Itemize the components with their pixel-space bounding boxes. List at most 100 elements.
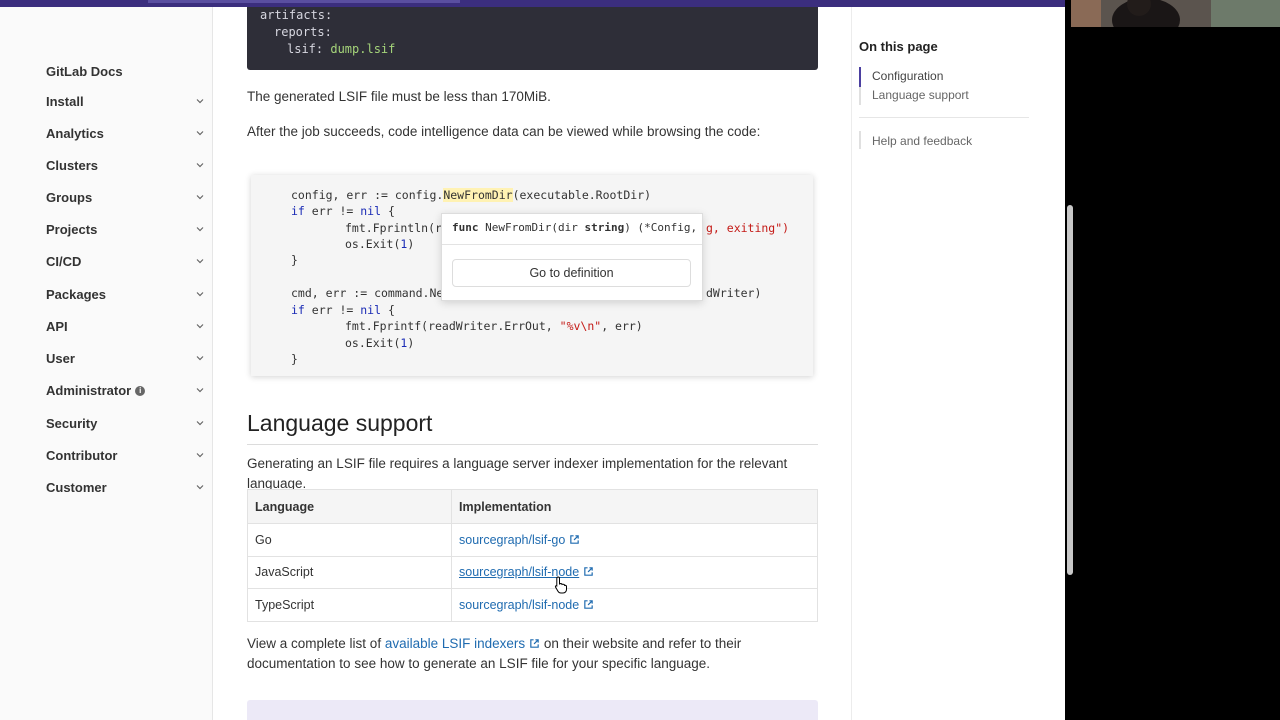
available-lsif-indexers-link[interactable]: available LSIF indexers <box>385 636 525 651</box>
sidebar-item-label: Install <box>46 93 84 109</box>
language-cell: TypeScript <box>247 588 452 622</box>
sidebar-item-label: Groups <box>46 189 93 205</box>
sidebar-item-label: Projects <box>46 221 98 237</box>
indexers-paragraph: View a complete list of available LSIF i… <box>247 636 742 671</box>
sidebar-item-user[interactable]: User <box>46 348 206 368</box>
chevron-down-icon <box>194 352 206 364</box>
toc-indicator <box>859 131 861 149</box>
chevron-down-icon <box>194 449 206 461</box>
sidebar-item-projects[interactable]: Projects <box>46 219 206 239</box>
sidebar-nav: GitLab Docs Install Analytics Clusters G… <box>0 7 213 720</box>
docs-brand-link[interactable]: GitLab Docs <box>46 64 123 79</box>
code-line-tail: dWriter) <box>706 286 762 300</box>
sidebar-item-api[interactable]: API <box>46 316 206 336</box>
chevron-down-icon <box>194 191 206 203</box>
go-to-definition-button[interactable]: Go to definition <box>452 259 691 287</box>
chevron-down-icon <box>194 255 206 267</box>
language-table: Language Implementation Go sourcegraph/l… <box>247 489 818 622</box>
code-line: os.Exit(1) <box>345 237 415 251</box>
hand-cursor-icon <box>554 576 567 594</box>
sidebar-item-administrator[interactable]: Administrator i <box>46 380 206 400</box>
code-line: fmt.Fprintln(r <box>345 221 442 235</box>
sidebar-item-install[interactable]: Install <box>46 91 206 111</box>
divider <box>442 244 702 245</box>
page-scrollbar[interactable] <box>1067 205 1073 575</box>
sidebar-item-label: Administrator <box>46 382 132 398</box>
sidebar-item-label: Clusters <box>46 157 99 173</box>
info-icon: i <box>135 386 146 397</box>
table-row: TypeScript sourcegraph/lsif-node <box>247 588 818 622</box>
chevron-down-icon <box>194 159 206 171</box>
column-header-language: Language <box>247 489 452 524</box>
code-line: if err != nil { <box>291 303 395 317</box>
sidebar-item-packages[interactable]: Packages <box>46 284 206 304</box>
code-line: } <box>291 352 298 366</box>
language-support-heading: Language support <box>247 410 433 436</box>
code-line: fmt.Fprintf(readWriter.ErrOut, "%v\n", e… <box>345 319 643 333</box>
chevron-down-icon <box>194 223 206 235</box>
sidebar-item-label: Analytics <box>46 125 104 141</box>
external-link-icon <box>584 599 593 609</box>
sidebar-item-clusters[interactable]: Clusters <box>46 155 206 175</box>
code-line: lsif: dump.lsif <box>287 42 396 56</box>
chevron-down-icon <box>194 384 206 396</box>
size-limit-paragraph: The generated LSIF file must be less tha… <box>247 89 551 104</box>
language-cell: JavaScript <box>247 555 452 589</box>
sidebar-item-label: Customer <box>46 479 107 495</box>
lsif-node-link[interactable]: sourcegraph/lsif-node <box>459 598 579 612</box>
toc-active-indicator <box>859 67 861 87</box>
divider <box>247 444 818 445</box>
sidebar-item-label: CI/CD <box>46 253 82 269</box>
language-cell: Go <box>247 523 452 557</box>
top-accent-bar <box>0 0 1065 7</box>
sidebar-item-contributor[interactable]: Contributor <box>46 445 206 465</box>
code-line: if err != nil { <box>291 204 395 218</box>
help-feedback-box <box>247 700 818 720</box>
function-signature: func NewFromDir(dir string) (*Config, <box>452 221 698 234</box>
sidebar-item-customer[interactable]: Customer <box>46 477 206 497</box>
code-line: artifacts: <box>260 8 333 22</box>
toc-title: On this page <box>859 39 938 54</box>
webcam-overlay <box>1071 0 1280 27</box>
implementation-cell: sourcegraph/lsif-node <box>451 555 818 589</box>
sidebar-item-label: User <box>46 350 75 366</box>
sidebar-item-cicd[interactable]: CI/CD <box>46 251 206 271</box>
job-success-paragraph: After the job succeeds, code intelligenc… <box>247 124 761 139</box>
chevron-down-icon <box>194 481 206 493</box>
sidebar-item-analytics[interactable]: Analytics <box>46 123 206 143</box>
table-header-row: Language Implementation <box>247 489 818 524</box>
code-line: config, err := config.NewFromDir(executa… <box>291 188 652 202</box>
chevron-down-icon <box>194 95 206 107</box>
code-line: } <box>291 253 298 267</box>
implementation-cell: sourcegraph/lsif-go <box>451 523 818 557</box>
external-link-icon <box>530 639 539 648</box>
yaml-code-block: artifacts: reports: lsif: dump.lsif <box>247 7 818 70</box>
column-header-implementation: Implementation <box>451 489 818 524</box>
external-link-icon <box>584 567 593 577</box>
chevron-down-icon <box>194 320 206 332</box>
docs-page: GitLab Docs Install Analytics Clusters G… <box>0 7 1065 720</box>
sidebar-item-label: API <box>46 318 68 334</box>
code-line: cmd, err := command.Ne <box>291 286 444 300</box>
toc-indicator <box>859 87 861 105</box>
implementation-cell: sourcegraph/lsif-node <box>451 588 818 622</box>
toc-item-language-support[interactable]: Language support <box>872 88 969 102</box>
toc-item-help-feedback[interactable]: Help and feedback <box>872 134 972 148</box>
language-support-paragraph: Generating an LSIF file requires a langu… <box>247 456 788 491</box>
external-link-icon <box>570 534 580 544</box>
code-intelligence-screenshot: config, err := config.NewFromDir(executa… <box>251 175 813 376</box>
table-row: JavaScript sourcegraph/lsif-node <box>247 555 818 589</box>
code-line-tail: g, exiting") <box>706 221 790 235</box>
lsif-go-link[interactable]: sourcegraph/lsif-go <box>459 533 565 547</box>
table-row: Go sourcegraph/lsif-go <box>247 523 818 557</box>
progress-highlight <box>148 0 460 3</box>
chevron-down-icon <box>194 127 206 139</box>
chevron-down-icon <box>194 288 206 300</box>
sidebar-item-security[interactable]: Security <box>46 413 206 433</box>
toc-item-configuration[interactable]: Configuration <box>872 69 943 83</box>
sidebar-item-label: Packages <box>46 286 106 302</box>
sidebar-item-label: Security <box>46 415 98 431</box>
chevron-down-icon <box>194 417 206 429</box>
code-line: reports: <box>274 25 332 39</box>
sidebar-item-groups[interactable]: Groups <box>46 187 206 207</box>
